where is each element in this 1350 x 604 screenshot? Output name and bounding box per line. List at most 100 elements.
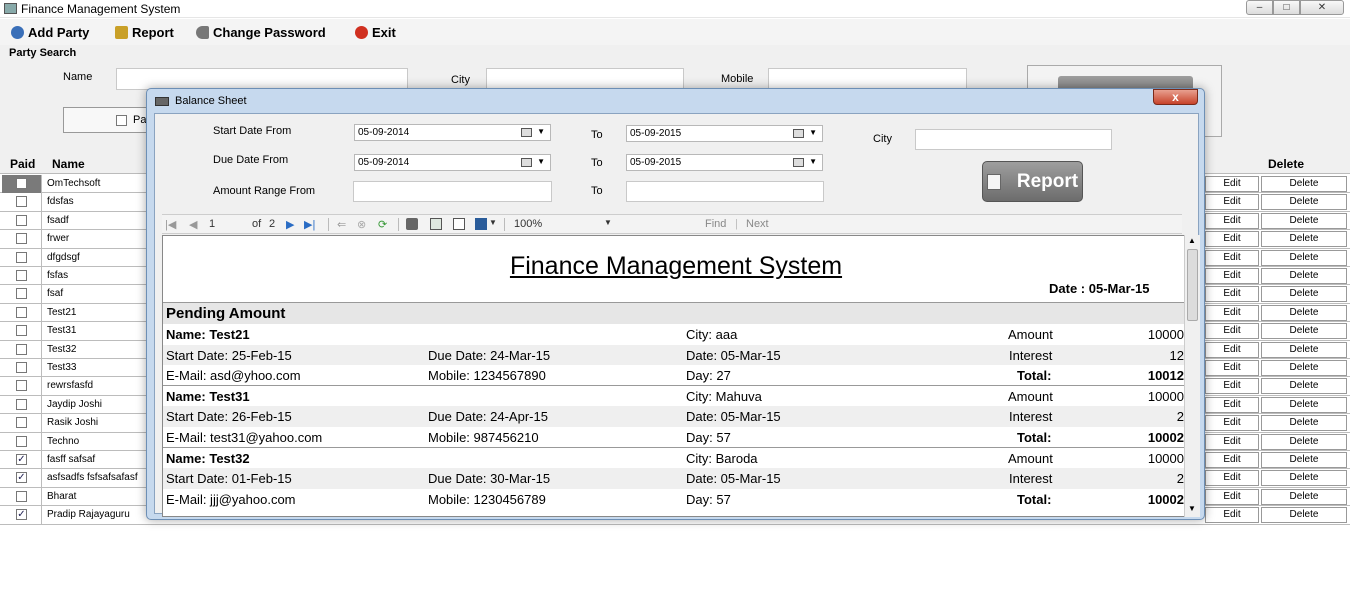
- last-page-icon[interactable]: ▶|: [304, 218, 315, 231]
- start-date-from-picker[interactable]: 05-09-2014 ▼: [354, 124, 551, 141]
- paid-checkbox[interactable]: [16, 435, 27, 447]
- delete-button[interactable]: Delete: [1261, 194, 1347, 211]
- city-search-input[interactable]: [486, 68, 684, 90]
- paid-checkbox[interactable]: [16, 362, 27, 373]
- paid-checkbox[interactable]: [16, 490, 27, 502]
- amount-from-input[interactable]: [353, 181, 552, 202]
- delete-button[interactable]: Delete: [1261, 323, 1347, 340]
- paid-checkbox[interactable]: [16, 251, 27, 263]
- paid-checkbox[interactable]: [16, 417, 27, 429]
- edit-button[interactable]: Edit: [1205, 304, 1259, 321]
- delete-button[interactable]: Delete: [1261, 470, 1347, 487]
- page-setup-icon[interactable]: [453, 218, 465, 230]
- report-button[interactable]: Report: [982, 161, 1083, 202]
- paid-filter-box[interactable]: Pa: [63, 107, 153, 133]
- name-column-header[interactable]: Name: [52, 157, 85, 171]
- delete-button[interactable]: Delete: [1261, 304, 1347, 321]
- due-date-from-picker[interactable]: 05-09-2014 ▼: [354, 154, 551, 171]
- next-link[interactable]: Next: [746, 218, 769, 230]
- edit-button[interactable]: Edit: [1205, 194, 1259, 211]
- edit-button[interactable]: Edit: [1205, 360, 1259, 376]
- delete-button[interactable]: Delete: [1261, 415, 1347, 432]
- edit-button[interactable]: Edit: [1205, 176, 1259, 192]
- paid-checkbox[interactable]: [16, 196, 27, 208]
- stop-icon[interactable]: ⊗: [357, 218, 366, 231]
- paid-checkbox[interactable]: ✓: [16, 454, 27, 465]
- chevron-down-icon[interactable]: ▼: [489, 218, 497, 227]
- edit-button[interactable]: Edit: [1205, 396, 1259, 413]
- close-window-button[interactable]: ✕: [1300, 0, 1344, 15]
- report-scrollbar[interactable]: ▲ ▼: [1184, 235, 1200, 517]
- paid-checkbox[interactable]: [16, 270, 27, 281]
- paid-checkbox[interactable]: [16, 343, 27, 355]
- edit-button[interactable]: Edit: [1205, 433, 1259, 450]
- edit-button[interactable]: Edit: [1205, 341, 1259, 358]
- edit-button[interactable]: Edit: [1205, 249, 1259, 266]
- paid-checkbox[interactable]: ✓: [16, 472, 27, 484]
- delete-button[interactable]: Delete: [1261, 176, 1347, 192]
- edit-button[interactable]: Edit: [1205, 488, 1259, 505]
- delete-button[interactable]: Delete: [1261, 488, 1347, 505]
- delete-button[interactable]: Delete: [1261, 212, 1347, 229]
- edit-button[interactable]: Edit: [1205, 268, 1259, 284]
- zoom-select[interactable]: 100% ▼: [514, 218, 614, 230]
- menu-change-password[interactable]: Change Password: [196, 24, 326, 40]
- delete-button[interactable]: Delete: [1261, 286, 1347, 303]
- paid-checkbox[interactable]: [16, 380, 27, 392]
- delete-column-header[interactable]: Delete: [1268, 157, 1304, 171]
- print-layout-icon[interactable]: [430, 218, 442, 230]
- paid-checkbox[interactable]: [16, 288, 27, 300]
- menu-report[interactable]: Report: [115, 24, 174, 40]
- edit-button[interactable]: Edit: [1205, 452, 1259, 468]
- export-icon[interactable]: [475, 218, 487, 230]
- page-number-input[interactable]: 1: [209, 218, 215, 230]
- dialog-close-button[interactable]: x: [1153, 89, 1198, 105]
- delete-button[interactable]: Delete: [1261, 452, 1347, 468]
- back-icon[interactable]: ⇐: [337, 218, 346, 231]
- edit-button[interactable]: Edit: [1205, 378, 1259, 395]
- edit-button[interactable]: Edit: [1205, 470, 1259, 487]
- paid-checkbox[interactable]: ✓: [16, 509, 27, 521]
- paid-checkbox[interactable]: [16, 306, 27, 318]
- delete-button[interactable]: Delete: [1261, 433, 1347, 450]
- minimize-button[interactable]: –: [1246, 0, 1273, 15]
- scroll-down-icon[interactable]: ▼: [1188, 504, 1196, 513]
- delete-button[interactable]: Delete: [1261, 231, 1347, 248]
- name-search-input[interactable]: [116, 68, 408, 90]
- delete-button[interactable]: Delete: [1261, 378, 1347, 395]
- delete-button[interactable]: Delete: [1261, 268, 1347, 284]
- delete-button[interactable]: Delete: [1261, 360, 1347, 376]
- previous-page-icon[interactable]: ◀: [189, 218, 197, 231]
- mobile-search-input[interactable]: [768, 68, 967, 90]
- paid-filter-checkbox[interactable]: [116, 115, 127, 126]
- edit-button[interactable]: Edit: [1205, 286, 1259, 303]
- delete-button[interactable]: Delete: [1261, 341, 1347, 358]
- maximize-button[interactable]: □: [1273, 0, 1300, 15]
- paid-checkbox[interactable]: [16, 178, 27, 189]
- city-filter-input[interactable]: [915, 129, 1112, 150]
- due-date-to-picker[interactable]: 05-09-2015 ▼: [626, 154, 823, 171]
- print-icon[interactable]: [406, 218, 418, 230]
- paid-column-header[interactable]: Paid: [10, 157, 35, 171]
- find-link[interactable]: Find: [705, 218, 726, 230]
- edit-button[interactable]: Edit: [1205, 323, 1259, 340]
- menu-exit[interactable]: Exit: [355, 24, 396, 40]
- paid-checkbox[interactable]: [16, 325, 27, 337]
- scroll-thumb[interactable]: [1187, 249, 1198, 321]
- edit-button[interactable]: Edit: [1205, 212, 1259, 229]
- edit-button[interactable]: Edit: [1205, 507, 1259, 524]
- scroll-up-icon[interactable]: ▲: [1188, 236, 1196, 245]
- delete-button[interactable]: Delete: [1261, 507, 1347, 524]
- paid-checkbox[interactable]: [16, 233, 27, 245]
- edit-button[interactable]: Edit: [1205, 231, 1259, 248]
- start-date-to-picker[interactable]: 05-09-2015 ▼: [626, 125, 823, 142]
- edit-button[interactable]: Edit: [1205, 415, 1259, 432]
- first-page-icon[interactable]: |◀: [165, 218, 176, 231]
- delete-button[interactable]: Delete: [1261, 249, 1347, 266]
- next-page-icon[interactable]: ▶: [286, 218, 294, 231]
- paid-checkbox[interactable]: [16, 398, 27, 410]
- amount-to-input[interactable]: [626, 181, 824, 202]
- menu-add-party[interactable]: Add Party: [11, 24, 89, 40]
- refresh-icon[interactable]: ⟳: [378, 218, 387, 231]
- paid-checkbox[interactable]: [16, 214, 27, 226]
